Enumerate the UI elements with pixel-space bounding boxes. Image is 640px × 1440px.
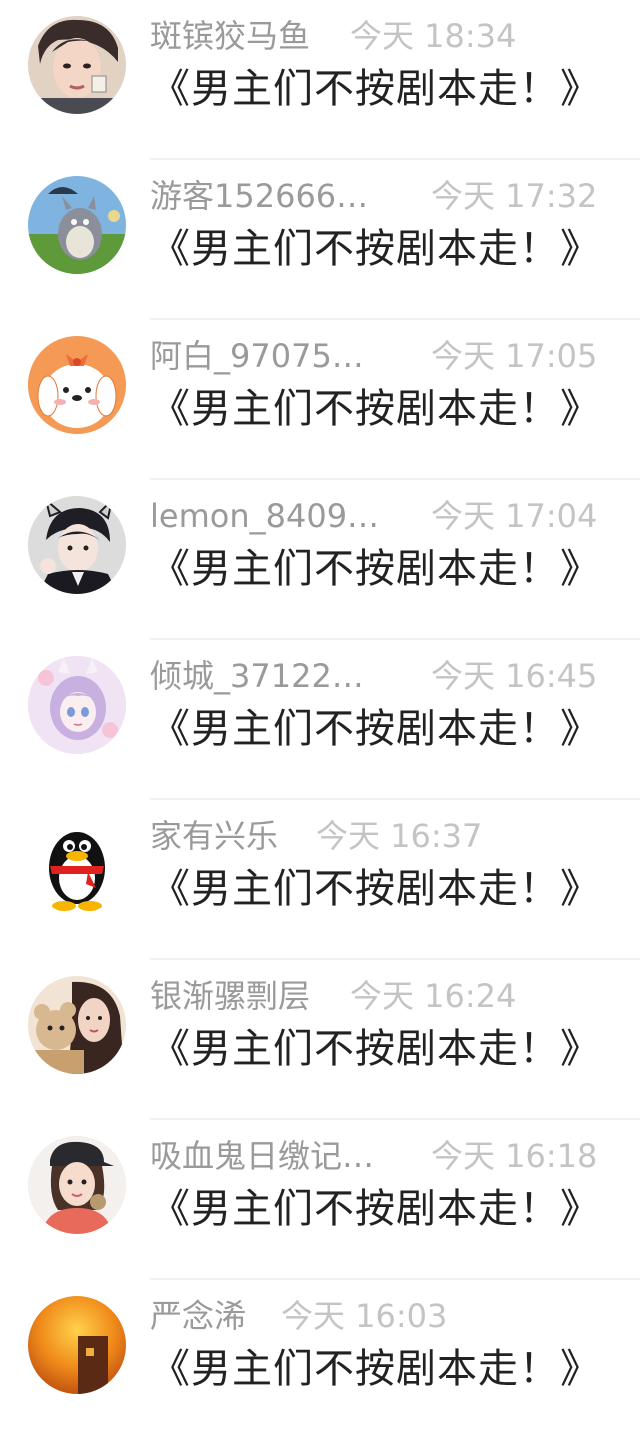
list-item[interactable]: lemon_8409… 今天 17:04 《男主们不按剧本走！》 <box>0 480 640 640</box>
avatar-boy-photo-icon <box>28 16 126 114</box>
list-item[interactable]: 严念浠 今天 16:03 《男主们不按剧本走！》 <box>0 1280 640 1440</box>
avatar[interactable] <box>28 176 126 274</box>
avatar[interactable] <box>28 1136 126 1234</box>
comment-book-title[interactable]: 《男主们不按剧本走！》 <box>150 1342 601 1396</box>
comment-author[interactable]: 严念浠 <box>150 1294 246 1338</box>
comment-author[interactable]: 倾城_37122… <box>150 654 364 698</box>
comment-time: 今天 18:34 <box>350 17 517 55</box>
avatar-anime-boy-icon <box>28 496 126 594</box>
avatar-qq-penguin-icon <box>28 816 126 914</box>
comment-time: 今天 16:03 <box>281 1297 448 1335</box>
comment-author[interactable]: 银渐骡剽层 <box>150 974 310 1018</box>
comment-time: 今天 17:32 <box>431 177 598 215</box>
comment-book-title[interactable]: 《男主们不按剧本走！》 <box>150 382 601 436</box>
avatar-sunset-photo-icon <box>28 1296 126 1394</box>
comment-time: 今天 17:05 <box>431 337 598 375</box>
comment-list: 斑镔狡马鱼 今天 18:34 《男主们不按剧本走！》 游客152666… 今天 … <box>0 0 640 1440</box>
comment-book-title[interactable]: 《男主们不按剧本走！》 <box>150 222 601 276</box>
avatar[interactable] <box>28 1296 126 1394</box>
list-item[interactable]: 游客152666… 今天 17:32 《男主们不按剧本走！》 <box>0 160 640 320</box>
comment-book-title[interactable]: 《男主们不按剧本走！》 <box>150 542 601 596</box>
comment-book-title[interactable]: 《男主们不按剧本走！》 <box>150 862 601 916</box>
comment-author[interactable]: 游客152666… <box>150 174 368 218</box>
comment-time: 今天 16:24 <box>350 977 517 1015</box>
comment-book-title[interactable]: 《男主们不按剧本走！》 <box>150 702 601 756</box>
avatar[interactable] <box>28 816 126 914</box>
comment-book-title[interactable]: 《男主们不按剧本走！》 <box>150 1182 601 1236</box>
comment-time: 今天 16:45 <box>431 657 598 695</box>
list-item[interactable]: 阿白_97075… 今天 17:05 《男主们不按剧本走！》 <box>0 320 640 480</box>
list-item[interactable]: 吸血鬼日缴记… 今天 16:18 《男主们不按剧本走！》 <box>0 1120 640 1280</box>
list-item[interactable]: 斑镔狡马鱼 今天 18:34 《男主们不按剧本走！》 <box>0 0 640 160</box>
list-item[interactable]: 倾城_37122… 今天 16:45 《男主们不按剧本走！》 <box>0 640 640 800</box>
comment-author[interactable]: 吸血鬼日缴记… <box>150 1134 374 1178</box>
comment-book-title[interactable]: 《男主们不按剧本走！》 <box>150 62 601 116</box>
comment-time: 今天 16:18 <box>431 1137 598 1175</box>
comment-author[interactable]: lemon_8409… <box>150 494 379 538</box>
comment-time: 今天 16:37 <box>316 817 483 855</box>
avatar-girl-bear-photo-icon <box>28 976 126 1074</box>
avatar-girl-cap-photo-icon <box>28 1136 126 1234</box>
avatar-anime-girl-icon <box>28 656 126 754</box>
avatar[interactable] <box>28 976 126 1074</box>
comment-author[interactable]: 斑镔狡马鱼 <box>150 14 310 58</box>
comment-author[interactable]: 阿白_97075… <box>150 334 364 378</box>
avatar-cartoon-dog-icon <box>28 336 126 434</box>
avatar[interactable] <box>28 16 126 114</box>
comment-author[interactable]: 家有兴乐 <box>150 814 278 858</box>
comment-book-title[interactable]: 《男主们不按剧本走！》 <box>150 1022 601 1076</box>
list-item[interactable]: 家有兴乐 今天 16:37 《男主们不按剧本走！》 <box>0 800 640 960</box>
avatar[interactable] <box>28 336 126 434</box>
avatar[interactable] <box>28 496 126 594</box>
avatar[interactable] <box>28 656 126 754</box>
list-item[interactable]: 银渐骡剽层 今天 16:24 《男主们不按剧本走！》 <box>0 960 640 1120</box>
comment-time: 今天 17:04 <box>431 497 598 535</box>
avatar-totoro-icon <box>28 176 126 274</box>
